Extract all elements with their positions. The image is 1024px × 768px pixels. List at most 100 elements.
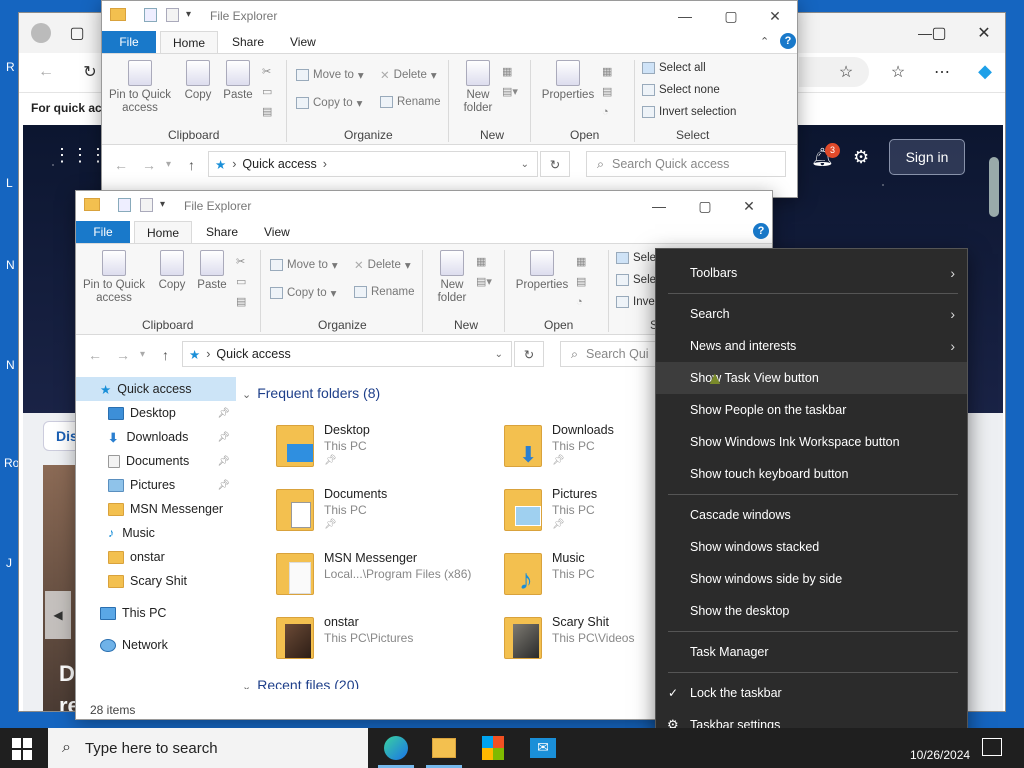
- menu-item-lock-taskbar[interactable]: ✓ Lock the taskbar: [656, 677, 967, 709]
- close-icon[interactable]: ✕: [752, 1, 797, 31]
- refresh-icon[interactable]: ↻: [79, 61, 101, 83]
- search-box[interactable]: ⌕ Search Quick access: [586, 151, 786, 177]
- sidebar-item-desktop[interactable]: Desktop 📌︎: [76, 401, 236, 425]
- sidebar-item-scary-shit[interactable]: Scary Shit: [76, 569, 236, 593]
- more-icon[interactable]: ⋯: [931, 61, 953, 83]
- copy-to-button[interactable]: Copy to ▾: [270, 286, 336, 300]
- cut-copy-path-shortcut-icons[interactable]: ✂ ▭ ▤: [262, 62, 276, 122]
- menu-item-windows-side-by-side[interactable]: Show windows side by side: [656, 563, 967, 595]
- copy-to-button[interactable]: Copy to ▾: [296, 96, 362, 110]
- tab-home[interactable]: Home: [160, 31, 219, 53]
- recent-locations-icon[interactable]: ▾: [166, 159, 171, 170]
- cut-copy-path-shortcut-icons[interactable]: ✂ ▭ ▤: [236, 252, 246, 312]
- help-icon[interactable]: ?: [753, 223, 769, 239]
- address-breadcrumb[interactable]: ★ › Quick access ⌄: [182, 341, 512, 367]
- edge-browser-icon[interactable]: [384, 736, 408, 760]
- new-folder-quick-icon[interactable]: [166, 8, 179, 22]
- sidebar-item-pictures[interactable]: Pictures 📌︎: [76, 473, 236, 497]
- rename-button[interactable]: Rename: [380, 96, 440, 108]
- minimize-icon[interactable]: —: [662, 1, 708, 31]
- new-item-icon[interactable]: ▦ ▤▾: [476, 252, 492, 292]
- menu-item-show-desktop[interactable]: Show the desktop: [656, 595, 967, 627]
- tab-file[interactable]: File: [102, 31, 156, 53]
- minimize-icon[interactable]: —: [636, 191, 682, 221]
- properties-button[interactable]: Properties: [510, 250, 574, 292]
- pin-to-quick-access-button[interactable]: Pin to Quick access: [106, 60, 174, 115]
- favorite-star-icon[interactable]: ☆: [835, 61, 857, 83]
- apps-grid-icon[interactable]: ⋮⋮⋮: [53, 145, 107, 166]
- help-icon[interactable]: ?: [780, 33, 796, 49]
- clock-date[interactable]: 10/26/2024: [910, 748, 970, 762]
- refresh-icon[interactable]: ↻: [514, 341, 544, 367]
- desktop-icon-label[interactable]: N: [6, 258, 15, 272]
- forward-arrow-icon[interactable]: →: [116, 347, 130, 363]
- maximize-icon[interactable]: ▢: [708, 1, 754, 31]
- tab-share[interactable]: Share: [220, 31, 276, 53]
- select-all-button[interactable]: Sele: [616, 252, 656, 264]
- menu-item-search[interactable]: Search ›: [656, 298, 967, 330]
- select-none-button[interactable]: Sele: [616, 274, 656, 286]
- address-bar[interactable]: [799, 57, 869, 87]
- tab-share[interactable]: Share: [194, 221, 250, 243]
- folder-tile-documents[interactable]: Documents This PC 📌︎: [276, 485, 506, 541]
- folder-tile-onstar[interactable]: onstar This PC\Pictures: [276, 613, 506, 669]
- copy-button[interactable]: Copy: [152, 250, 192, 292]
- menu-item-show-ink-workspace[interactable]: Show Windows Ink Workspace button: [656, 426, 967, 458]
- paste-button[interactable]: Paste: [192, 250, 232, 292]
- menu-item-show-task-view-button[interactable]: Show Task View button: [656, 362, 967, 394]
- page-scrollbar[interactable]: [989, 157, 999, 217]
- move-to-button[interactable]: Move to ▾: [270, 258, 338, 272]
- menu-item-cascade-windows[interactable]: Cascade windows: [656, 499, 967, 531]
- collapse-ribbon-icon[interactable]: ⌃: [760, 35, 769, 48]
- browser-maximize-icon[interactable]: ▢: [929, 23, 949, 43]
- back-icon[interactable]: ←: [35, 61, 57, 83]
- mail-icon[interactable]: ✉: [530, 738, 556, 758]
- sidebar-item-music[interactable]: ♪ Music: [76, 521, 236, 545]
- new-folder-button[interactable]: New folder: [430, 250, 474, 305]
- address-breadcrumb[interactable]: ★ › Quick access › ⌄: [208, 151, 538, 177]
- new-folder-quick-icon[interactable]: [140, 198, 153, 212]
- maximize-icon[interactable]: ▢: [682, 191, 728, 221]
- recent-files-header[interactable]: ⌄ Recent files (20): [242, 677, 442, 689]
- favorites-bar-item[interactable]: For quick acc: [31, 101, 108, 115]
- tab-file[interactable]: File: [76, 221, 130, 243]
- store-icon[interactable]: [482, 736, 504, 760]
- address-dropdown-icon[interactable]: ⌄: [521, 159, 529, 170]
- favorites-icon[interactable]: ☆: [887, 61, 909, 83]
- invert-selection-button[interactable]: Invert selection: [642, 106, 736, 118]
- settings-gear-icon[interactable]: ⚙: [853, 147, 869, 168]
- open-edit-history-icons[interactable]: ▦ ▤ ◔: [602, 62, 612, 122]
- properties-quick-icon[interactable]: [118, 198, 131, 212]
- refresh-icon[interactable]: ↻: [540, 151, 570, 177]
- sidebar-item-msn-messenger[interactable]: MSN Messenger: [76, 497, 236, 521]
- copilot-icon[interactable]: ◆: [973, 59, 997, 83]
- desktop-icon-label[interactable]: R: [6, 60, 15, 74]
- recent-locations-icon[interactable]: ▾: [140, 349, 145, 360]
- new-item-icon[interactable]: ▦ ▤▾: [502, 62, 518, 102]
- close-icon[interactable]: ✕: [726, 191, 772, 221]
- properties-button[interactable]: Properties: [536, 60, 600, 102]
- delete-button[interactable]: ✕ Delete ▾: [380, 68, 437, 82]
- folder-tile-desktop[interactable]: Desktop This PC 📌︎: [276, 421, 506, 477]
- notification-center-icon[interactable]: [982, 738, 1002, 756]
- tab-view[interactable]: View: [252, 221, 302, 243]
- profile-avatar[interactable]: [31, 23, 51, 43]
- taskbar-search-box[interactable]: ⌕ Type here to search: [48, 728, 368, 768]
- customize-quick-access-icon[interactable]: ▾: [160, 199, 165, 210]
- sidebar-item-quick-access[interactable]: ★ Quick access: [76, 377, 236, 401]
- desktop-icon-label[interactable]: J: [6, 556, 12, 570]
- breadcrumb-quick-access[interactable]: Quick access: [242, 157, 316, 171]
- rename-button[interactable]: Rename: [354, 286, 414, 298]
- menu-item-show-touch-keyboard[interactable]: Show touch keyboard button: [656, 458, 967, 490]
- open-edit-history-icons[interactable]: ▦ ▤ ◔: [576, 252, 586, 312]
- forward-arrow-icon[interactable]: →: [142, 157, 156, 173]
- desktop-icon-label[interactable]: L: [6, 176, 13, 190]
- frequent-folders-header[interactable]: ⌄ Frequent folders (8): [242, 385, 380, 401]
- paste-button[interactable]: Paste: [218, 60, 258, 102]
- breadcrumb-quick-access[interactable]: Quick access: [216, 347, 290, 361]
- start-button[interactable]: [12, 738, 34, 760]
- sidebar-item-documents[interactable]: Documents 📌︎: [76, 449, 236, 473]
- menu-item-news-and-interests[interactable]: News and interests ›: [656, 330, 967, 362]
- back-arrow-icon[interactable]: ←: [88, 347, 102, 363]
- desktop-icon-label[interactable]: N: [6, 358, 15, 372]
